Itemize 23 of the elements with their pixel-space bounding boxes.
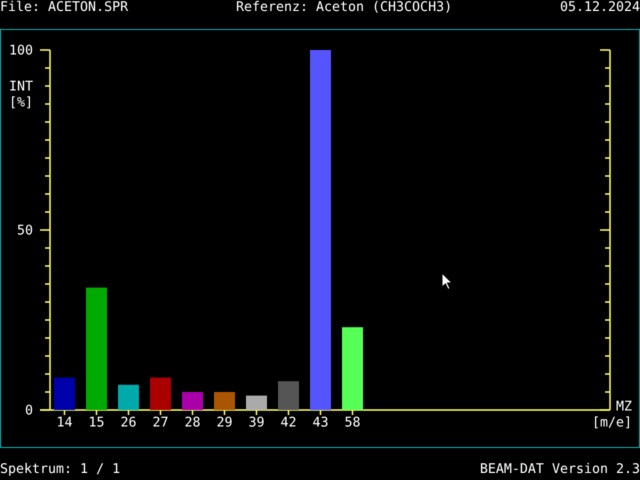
x-tick-label: 27 bbox=[152, 416, 168, 431]
x-tick-label: 26 bbox=[120, 416, 136, 431]
mouse-cursor-icon bbox=[442, 272, 454, 290]
reference-title: Referenz: Aceton (CH3COCH3) bbox=[236, 1, 452, 17]
x-tick-label: 42 bbox=[280, 416, 296, 431]
x-axis-name: MZ bbox=[616, 400, 632, 415]
x-tick-label: 58 bbox=[344, 416, 360, 431]
file-name: File: ACETON.SPR bbox=[0, 1, 128, 17]
x-axis-unit: [m/e] bbox=[592, 416, 632, 431]
x-tick-label: 14 bbox=[56, 416, 72, 431]
version-label: BEAM-DAT Version 2.3 bbox=[480, 463, 640, 479]
y-tick-label: 50 bbox=[16, 224, 33, 239]
x-tick-label: 43 bbox=[312, 416, 328, 431]
y-tick-label: 100 bbox=[8, 44, 33, 59]
x-tick-label: 29 bbox=[216, 416, 232, 431]
y-tick-label: 0 bbox=[24, 404, 33, 419]
spectrum-counter: Spektrum: 1 / 1 bbox=[0, 463, 120, 479]
x-tick-label: 15 bbox=[88, 416, 104, 431]
date: 05.12.2024 bbox=[560, 1, 640, 17]
x-tick-label: 28 bbox=[184, 416, 200, 431]
x-tick-label: 39 bbox=[248, 416, 264, 431]
y-axis-unit: [%] bbox=[9, 96, 34, 111]
y-axis-label: INT bbox=[9, 80, 34, 95]
